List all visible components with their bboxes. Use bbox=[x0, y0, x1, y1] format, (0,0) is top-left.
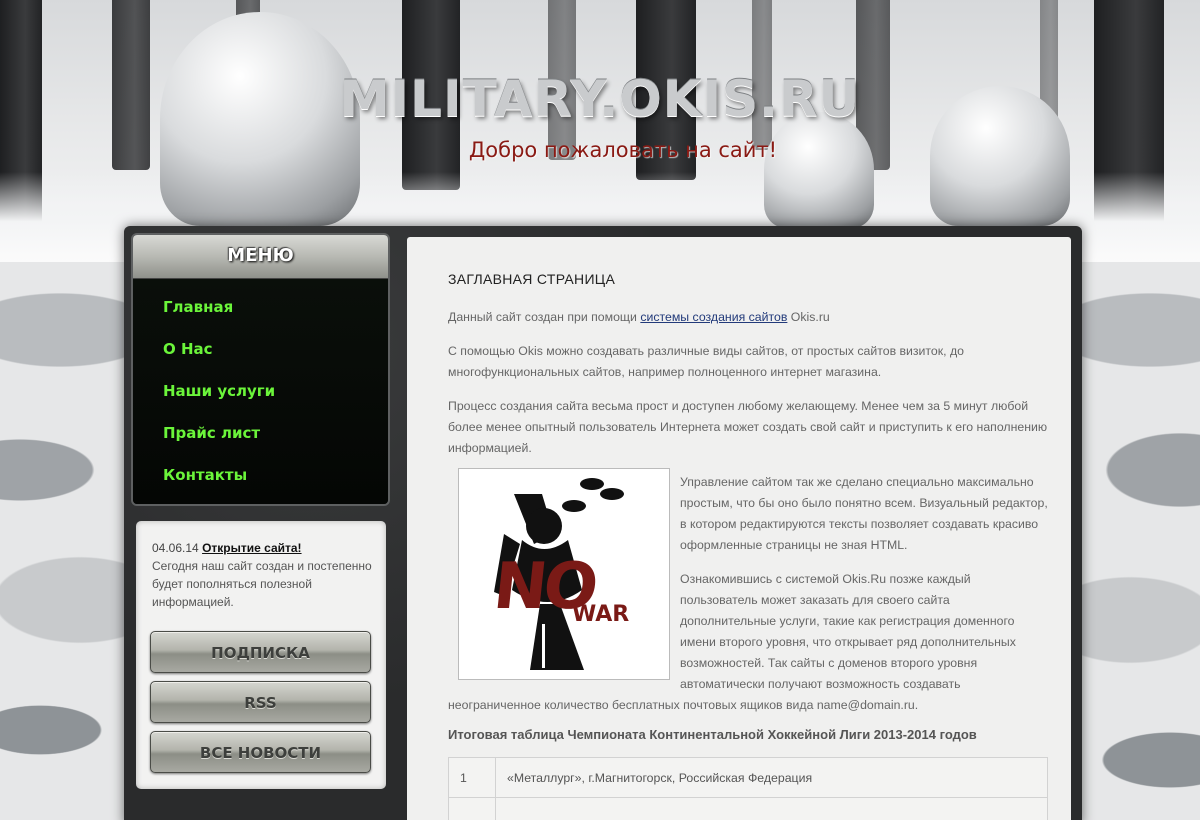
menu-item-home[interactable]: Главная bbox=[133, 286, 388, 328]
news-box: 04.06.14 Открытие сайта! Сегодня наш сай… bbox=[136, 521, 386, 789]
news-title-link[interactable]: Открытие сайта! bbox=[202, 541, 301, 555]
intro-paragraph: Данный сайт создан при помощи системы со… bbox=[448, 307, 1048, 328]
menu-item-contacts[interactable]: Контакты bbox=[133, 454, 388, 496]
paragraph: Управление сайтом так же сделано специал… bbox=[680, 475, 1048, 552]
menu-item-about[interactable]: О Нас bbox=[133, 328, 388, 370]
site-builder-link[interactable]: системы создания сайтов bbox=[640, 310, 787, 324]
site-title: MILITARY.OKIS.RU bbox=[339, 70, 861, 128]
menu-item-services[interactable]: Наши услуги bbox=[133, 370, 388, 412]
intro-text: Данный сайт создан при помощи bbox=[448, 310, 641, 324]
table-cell-team bbox=[495, 797, 1048, 820]
menu-item-prices[interactable]: Прайс лист bbox=[133, 412, 388, 454]
paragraph: Процесс создания сайта весьма прост и до… bbox=[448, 399, 1048, 455]
site-subtitle: Добро пожаловать на сайт! bbox=[468, 138, 778, 162]
subscribe-button[interactable]: ПОДПИСКА bbox=[150, 631, 371, 673]
all-news-button[interactable]: ВСЕ НОВОСТИ bbox=[150, 731, 371, 773]
no-war-image: NO WAR bbox=[458, 468, 670, 680]
table-row bbox=[448, 797, 1048, 820]
table-row: 1 «Металлург», г.Магнитогорск, Российска… bbox=[448, 757, 1048, 798]
table-title: Итоговая таблица Чемпионата Континенталь… bbox=[448, 727, 977, 742]
news-item: 04.06.14 Открытие сайта! Сегодня наш сай… bbox=[152, 539, 374, 611]
menu-title: МЕНЮ bbox=[133, 235, 388, 279]
site-header: MILITARY.OKIS.RU Добро пожаловать на сай… bbox=[0, 0, 1200, 262]
news-text: Сегодня наш сайт создан и постепенно буд… bbox=[152, 559, 372, 609]
paragraph-tail: неограниченное количество бесплатных поч… bbox=[448, 698, 919, 712]
table-cell-rank bbox=[448, 797, 496, 820]
no-war-poster: NO WAR bbox=[464, 474, 664, 674]
content-area: ЗАГЛАВНАЯ СТРАНИЦА Данный сайт создан пр… bbox=[407, 237, 1071, 820]
content-inner: ЗАГЛАВНАЯ СТРАНИЦА Данный сайт создан пр… bbox=[448, 271, 1048, 820]
paragraph: С помощью Okis можно создавать различные… bbox=[448, 344, 964, 379]
paragraph: Ознакомившись с системой Okis.Ru позже к… bbox=[680, 572, 1016, 691]
league-table: 1 «Металлург», г.Магнитогорск, Российска… bbox=[448, 757, 1048, 820]
intro-text-end: Okis.ru bbox=[787, 310, 830, 324]
news-date: 04.06.14 bbox=[152, 541, 199, 555]
table-cell-team: «Металлург», г.Магнитогорск, Российская … bbox=[495, 757, 1048, 798]
soldier-figure bbox=[764, 112, 874, 228]
page-title: ЗАГЛАВНАЯ СТРАНИЦА bbox=[448, 271, 616, 287]
table-cell-rank: 1 bbox=[448, 757, 496, 798]
sidebar-menu: МЕНЮ Главная О Нас Наши услуги Прайс лис… bbox=[131, 233, 390, 506]
war-text: WAR bbox=[572, 602, 630, 627]
menu-list: Главная О Нас Наши услуги Прайс лист Кон… bbox=[133, 279, 388, 504]
rss-button[interactable]: RSS bbox=[150, 681, 371, 723]
